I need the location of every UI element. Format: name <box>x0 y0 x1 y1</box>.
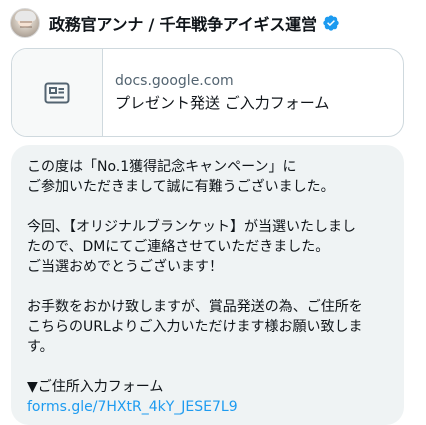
account-name[interactable]: 政務官アンナ / 千年戦争アイギス運営 <box>49 11 317 35</box>
message-line: 今回、【オリジナルブランケット】が当選いたしまし <box>27 219 356 235</box>
article-icon <box>44 82 70 103</box>
message-line: ご当選おめでとうございます！ <box>27 259 223 275</box>
link-thumbnail <box>12 49 103 136</box>
message-line: す。 <box>27 339 54 355</box>
message-line: たので、DMにてご連絡させていただきました。 <box>27 239 330 255</box>
message-line: ご参加いただきまして誠に有難うございました。 <box>27 179 335 195</box>
avatar[interactable] <box>10 8 40 38</box>
form-heading: ▼ご住所入力フォーム <box>27 379 164 395</box>
link-domain: docs.google.com <box>115 72 234 89</box>
verified-badge-icon <box>323 15 339 31</box>
account-header: 政務官アンナ / 千年戦争アイギス運営 <box>10 6 420 40</box>
link-text-block: docs.google.com プレゼント発送 ご入力フォーム <box>103 49 329 136</box>
message-bubble: この度は「No.1獲得記念キャンペーン」に ご参加いただきまして誠に有難うござい… <box>11 145 404 425</box>
message-line: お手数をおかけ致しますが、賞品発送の為、ご住所を <box>27 299 363 315</box>
link-title[interactable]: プレゼント発送 ご入力フォーム <box>115 92 329 114</box>
form-link[interactable]: forms.gle/7HXtR_4kY_JESE7L9 <box>27 397 390 417</box>
message-line: この度は「No.1獲得記念キャンペーン」に <box>27 159 297 175</box>
message-line: こちらのURLよりご入力いただけます様お願い致しま <box>27 319 363 335</box>
link-preview-card[interactable]: docs.google.com プレゼント発送 ご入力フォーム <box>11 48 404 137</box>
